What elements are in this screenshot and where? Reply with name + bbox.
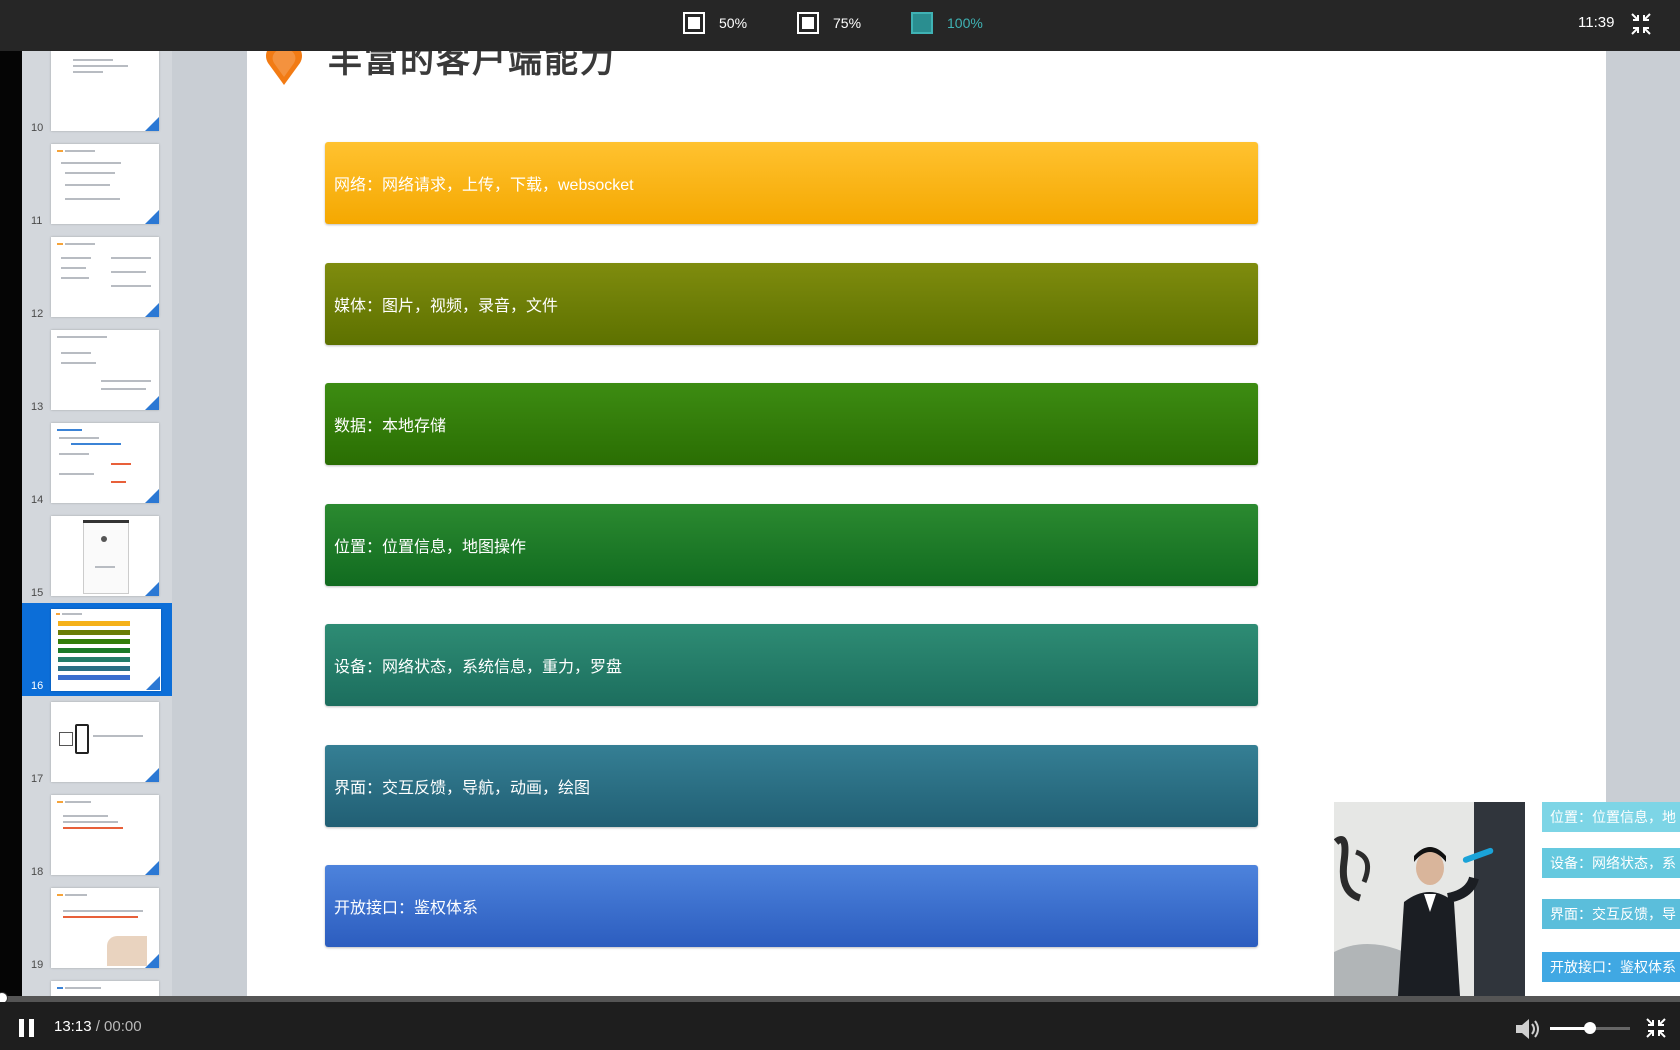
- presentation-stage: 10 11 12 13 14 15 16 17 18 19 丰富的客户端能力 网…: [0, 51, 1680, 996]
- zoom-100-icon: [911, 12, 933, 34]
- zoom-50-label: 50%: [719, 15, 748, 31]
- thumbnail-slide-17[interactable]: 17: [22, 696, 172, 789]
- thumbnail-number: 18: [31, 866, 44, 878]
- thumbnail-number: 14: [31, 494, 44, 506]
- location-pin-icon: [266, 51, 302, 85]
- thumbnail-slide-14[interactable]: 14: [22, 417, 172, 510]
- volume-handle[interactable]: [1584, 1022, 1596, 1034]
- zoom-50-button[interactable]: 50%: [683, 10, 747, 36]
- thumbnail-preview: [51, 702, 159, 782]
- zoom-75-label: 75%: [833, 15, 862, 31]
- thumbnail-slide-19[interactable]: 19: [22, 882, 172, 975]
- zoom-100-label: 100%: [947, 15, 983, 31]
- speaker-figure: [1334, 802, 1525, 996]
- speaker-video-feed: [1334, 802, 1525, 996]
- echo-bar: 位置：位置信息，地: [1542, 802, 1680, 832]
- thumbnail-slide-13[interactable]: 13: [22, 324, 172, 417]
- thumbnail-number: 10: [31, 122, 44, 134]
- slide-reflection: 位置：位置信息，地 设备：网络状态，系 界面：交互反馈，导 开放接口：鉴权体系: [1525, 802, 1680, 996]
- thumbnail-preview: [51, 330, 159, 410]
- collapse-icon[interactable]: [1630, 12, 1652, 36]
- bar-text: 网络：网络请求，上传，下载，websocket: [334, 177, 634, 194]
- zoom-50-icon: [683, 12, 705, 34]
- clock: 11:39: [1578, 14, 1615, 31]
- capability-bar-data: 数据：本地存储: [325, 383, 1258, 465]
- zoom-75-button[interactable]: 75%: [797, 10, 861, 36]
- thumbnail-number: 16: [31, 680, 44, 692]
- current-time: 13:13: [54, 1018, 92, 1035]
- top-toolbar: 50% 75% 100% 11:39: [0, 0, 1680, 51]
- thumbnail-slide-12[interactable]: 12: [22, 231, 172, 324]
- pause-button[interactable]: [18, 1019, 36, 1037]
- left-edge-strip: [0, 51, 22, 996]
- zoom-100-button[interactable]: 100%: [911, 10, 983, 36]
- thumbnail-number: 12: [31, 308, 44, 320]
- total-time: / 00:00: [91, 1018, 142, 1035]
- thumbnail-number: 15: [31, 587, 44, 599]
- thumbnail-slide-15[interactable]: 15: [22, 510, 172, 603]
- zoom-75-icon: [797, 12, 819, 34]
- thumbnail-preview: [51, 237, 159, 317]
- time-display: 13:13 / 00:00: [54, 1018, 142, 1035]
- thumbnail-preview: [51, 423, 159, 503]
- player-controls: 13:13 / 00:00: [0, 1002, 1680, 1050]
- bar-text: 设备：网络状态，系统信息，重力，罗盘: [334, 659, 623, 676]
- capability-bar-media: 媒体：图片，视频，录音，文件: [325, 263, 1258, 345]
- slide-thumbnail-panel[interactable]: 10 11 12 13 14 15 16 17 18 19: [22, 51, 172, 996]
- capability-bar-ui: 界面：交互反馈，导航，动画，绘图: [325, 745, 1258, 827]
- thumbnail-number: 13: [31, 401, 44, 413]
- capability-bar-network: 网络：网络请求，上传，下载，websocket: [325, 142, 1258, 224]
- bar-text: 数据：本地存储: [334, 418, 447, 435]
- thumbnail-slide-16[interactable]: 16: [22, 603, 172, 696]
- thumbnail-number: 19: [31, 959, 44, 971]
- thumbnail-preview: [51, 981, 159, 996]
- capability-bar-open-api: 开放接口：鉴权体系: [325, 865, 1258, 947]
- thumbnail-preview: [51, 51, 159, 131]
- volume-icon[interactable]: [1514, 1018, 1542, 1040]
- thumbnail-slide-18[interactable]: 18: [22, 789, 172, 882]
- thumbnail-preview: [51, 144, 159, 224]
- speaker-video-overlay[interactable]: 位置：位置信息，地 设备：网络状态，系 界面：交互反馈，导 开放接口：鉴权体系: [1334, 802, 1680, 996]
- capability-bar-device: 设备：网络状态，系统信息，重力，罗盘: [325, 624, 1258, 706]
- thumbnail-preview: [51, 609, 161, 691]
- capability-bar-location: 位置：位置信息，地图操作: [325, 504, 1258, 586]
- thumbnail-preview: [51, 795, 159, 875]
- bar-text: 媒体：图片，视频，录音，文件: [334, 298, 559, 315]
- pause-icon: [19, 1019, 24, 1037]
- thumbnail-number: 11: [31, 215, 43, 227]
- slide-title: 丰富的客户端能力: [328, 51, 616, 80]
- bar-text: 界面：交互反馈，导航，动画，绘图: [334, 780, 591, 797]
- thumbnail-number: 17: [31, 773, 44, 785]
- thumbnail-preview: [51, 516, 159, 596]
- volume-slider[interactable]: [1550, 1022, 1630, 1034]
- echo-bar: 开放接口：鉴权体系: [1542, 952, 1680, 982]
- thumbnail-preview: [51, 888, 159, 968]
- pause-icon: [29, 1019, 34, 1037]
- thumbnail-slide-11[interactable]: 11: [22, 138, 172, 231]
- echo-bar: 界面：交互反馈，导: [1542, 899, 1680, 929]
- bar-text: 位置：位置信息，地图操作: [334, 539, 527, 556]
- bar-text: 开放接口：鉴权体系: [334, 900, 479, 917]
- thumbnail-slide-10[interactable]: 10: [22, 51, 172, 138]
- exit-fullscreen-icon[interactable]: [1645, 1017, 1667, 1039]
- thumbnail-slide-20[interactable]: 20: [22, 975, 172, 996]
- echo-bar: 设备：网络状态，系: [1542, 848, 1680, 878]
